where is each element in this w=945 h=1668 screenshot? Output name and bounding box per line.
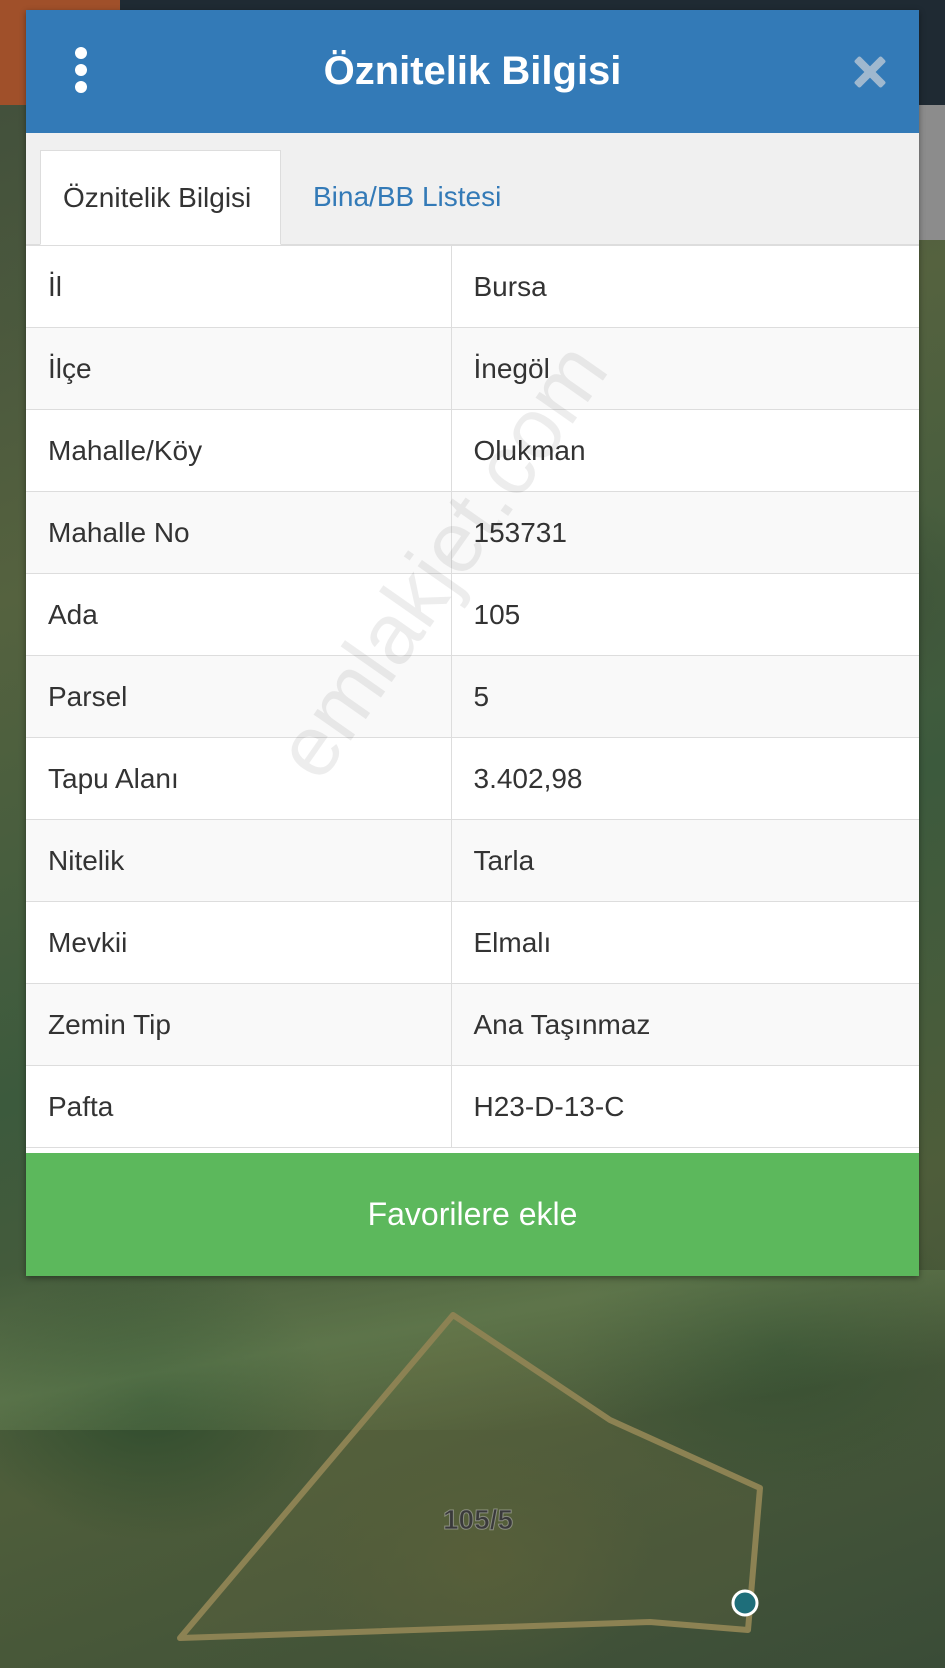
table-row: Nitelik Tarla xyxy=(26,819,919,902)
table-row: İlçe İnegöl xyxy=(26,327,919,410)
menu-dot xyxy=(75,64,87,76)
attribute-value: Ana Taşınmaz xyxy=(450,983,919,1066)
attribute-key: Pafta xyxy=(26,1065,451,1148)
table-row: Mahalle/Köy Olukman xyxy=(26,409,919,492)
add-to-favorites-button[interactable]: Favorilere ekle xyxy=(26,1153,919,1276)
tab-bar: Öznitelik Bilgisi Bina/BB Listesi xyxy=(26,133,919,245)
attribute-value: İnegöl xyxy=(450,327,919,410)
attribute-value: 153731 xyxy=(450,491,919,574)
table-row: İl Bursa xyxy=(26,245,919,328)
table-row: Tapu Alanı 3.402,98 xyxy=(26,737,919,820)
attribute-value: Tarla xyxy=(450,819,919,902)
table-row: Ada 105 xyxy=(26,573,919,656)
location-marker[interactable] xyxy=(731,1589,759,1617)
menu-dot xyxy=(75,47,87,59)
attribute-key: Nitelik xyxy=(26,819,451,902)
menu-dot xyxy=(75,81,87,93)
table-row: Mahalle No 153731 xyxy=(26,491,919,574)
attribute-value: 3.402,98 xyxy=(450,737,919,820)
table-row: Mevkii Elmalı xyxy=(26,901,919,984)
attribute-key: Tapu Alanı xyxy=(26,737,451,820)
attribute-value: Bursa xyxy=(450,245,919,328)
table-row: Zemin Tip Ana Taşınmaz xyxy=(26,983,919,1066)
close-icon[interactable] xyxy=(848,50,892,94)
map-side-strip xyxy=(918,105,945,240)
attribute-key: İlçe xyxy=(26,327,451,410)
attribute-dialog: Öznitelik Bilgisi Öznitelik Bilgisi Bina… xyxy=(26,10,919,1276)
attribute-value: 105 xyxy=(450,573,919,656)
attribute-key: Mevkii xyxy=(26,901,451,984)
attribute-key: Mahalle No xyxy=(26,491,451,574)
attribute-value: Olukman xyxy=(450,409,919,492)
attribute-key: Zemin Tip xyxy=(26,983,451,1066)
attribute-value: H23-D-13-C xyxy=(450,1065,919,1148)
attribute-key: İl xyxy=(26,245,451,328)
attribute-key: Parsel xyxy=(26,655,451,738)
table-row: Parsel 5 xyxy=(26,655,919,738)
tab-attribute-info[interactable]: Öznitelik Bilgisi xyxy=(40,150,281,245)
tab-building-list[interactable]: Bina/BB Listesi xyxy=(291,150,523,244)
table-row: Pafta H23-D-13-C xyxy=(26,1065,919,1148)
dialog-title: Öznitelik Bilgisi xyxy=(323,49,622,93)
attribute-value: Elmalı xyxy=(450,901,919,984)
attribute-table: İl Bursa İlçe İnegöl Mahalle/Köy Olukman… xyxy=(26,245,919,1148)
parcel-overlay[interactable]: 105/5 xyxy=(0,1270,945,1668)
dialog-header: Öznitelik Bilgisi xyxy=(26,10,919,133)
attribute-value: 5 xyxy=(450,655,919,738)
parcel-boundary[interactable] xyxy=(177,1312,763,1641)
more-vertical-icon[interactable] xyxy=(66,45,96,95)
attribute-key: Ada xyxy=(26,573,451,656)
attribute-key: Mahalle/Köy xyxy=(26,409,451,492)
parcel-label: 105/5 xyxy=(443,1504,513,1535)
